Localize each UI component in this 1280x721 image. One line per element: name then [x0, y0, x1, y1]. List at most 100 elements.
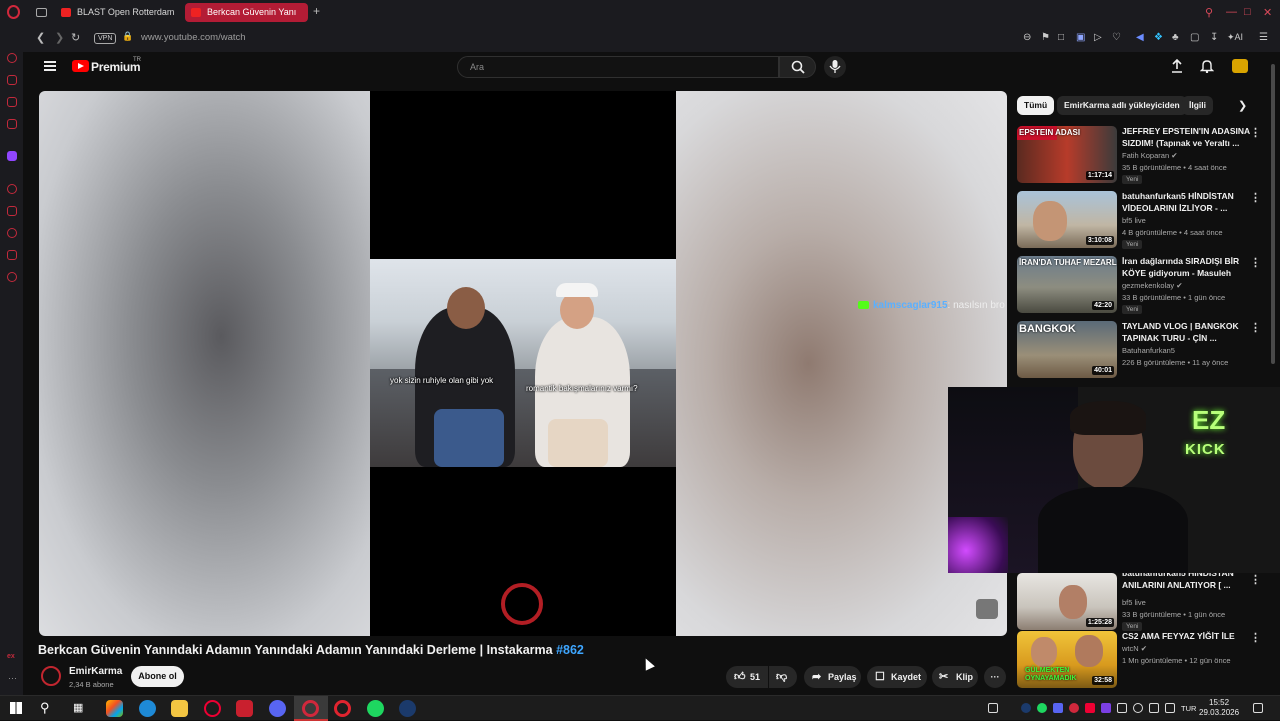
whatsapp-icon[interactable]: [7, 119, 17, 129]
search-button[interactable]: [779, 56, 816, 78]
video-thumbnail[interactable]: İRAN'DA TUHAF MEZARLIK 42:20: [1017, 256, 1117, 313]
keyboard-icon[interactable]: [988, 703, 998, 713]
opera-tray-icon[interactable]: [1069, 703, 1079, 713]
recommendation-item[interactable]: BANGKOK 40:01 TAYLAND VLOG | BANGKOK TAP…: [1017, 321, 1261, 379]
recommendation-title[interactable]: İran dağlarında SIRADIŞI BİR KÖYE gidiyo…: [1122, 256, 1252, 279]
menu-icon[interactable]: ☰: [1259, 32, 1268, 43]
voice-search-button[interactable]: [824, 56, 846, 78]
dislike-button[interactable]: 👎︎: [769, 666, 797, 688]
pin-icon[interactable]: ⚑: [1041, 32, 1050, 43]
new-tab-button[interactable]: +: [313, 4, 320, 18]
recommendation-channel[interactable]: wtcN ✔: [1122, 644, 1147, 653]
page-scrollbar[interactable]: [1269, 52, 1277, 692]
video-thumbnail[interactable]: 3:10:08: [1017, 191, 1117, 248]
vpn-badge[interactable]: VPN: [94, 33, 117, 44]
spotify-tray-icon[interactable]: [1037, 703, 1047, 713]
obs-icon[interactable]: [204, 700, 221, 717]
recommendation-title[interactable]: JEFFREY EPSTEIN'IN ADASINA SIZDIM! (Tapı…: [1122, 126, 1252, 149]
like-button[interactable]: 👍︎ 51: [726, 666, 768, 688]
more-vert-icon[interactable]: ⋮: [1250, 573, 1261, 586]
puzzle-icon[interactable]: ♣: [1172, 32, 1179, 43]
mic-tray-icon[interactable]: [1133, 703, 1143, 713]
steam-tray-icon[interactable]: [1021, 703, 1031, 713]
video-hashtag-link[interactable]: #862: [556, 643, 584, 657]
clip-button[interactable]: ✂ Klip: [932, 666, 978, 688]
back-icon[interactable]: ❮: [36, 31, 45, 44]
display-tray-icon[interactable]: [1117, 703, 1127, 713]
zoom-icon[interactable]: ⊖: [1023, 32, 1031, 43]
opera-gx-icon[interactable]: [302, 700, 319, 717]
aria-icon[interactable]: [7, 53, 17, 63]
recommendation-channel[interactable]: bf5 live: [1122, 216, 1146, 225]
upload-icon[interactable]: [1170, 59, 1184, 73]
messenger-icon[interactable]: [7, 97, 17, 107]
ai-button[interactable]: ✦AI: [1227, 32, 1243, 43]
video-thumbnail[interactable]: 1:25:28: [1017, 573, 1117, 630]
maximize-icon[interactable]: □: [1244, 6, 1251, 18]
notifications-icon[interactable]: [1200, 59, 1214, 73]
settings-icon[interactable]: [7, 272, 17, 282]
heart-icon[interactable]: ♡: [1112, 32, 1121, 43]
search-icon[interactable]: ⚲: [40, 700, 50, 716]
shield-icon[interactable]: ▣: [1076, 32, 1085, 43]
more-vert-icon[interactable]: ⋮: [1250, 126, 1261, 139]
recommendation-item[interactable]: GÜLMEKTEN OYNAYAMADIK 32:58 CS2 AMA FEYY…: [1017, 631, 1261, 689]
search-input[interactable]: Ara: [457, 56, 779, 78]
download-icon[interactable]: ↧: [1210, 32, 1218, 43]
save-button[interactable]: ☐ Kaydet: [867, 666, 927, 688]
forward-icon[interactable]: ❯: [55, 31, 64, 44]
guide-menu-icon[interactable]: [44, 61, 56, 71]
recommendation-channel[interactable]: bf5 live: [1122, 598, 1146, 607]
share-button[interactable]: ➦ Paylaş: [804, 666, 861, 688]
video-thumbnail[interactable]: GÜLMEKTEN OYNAYAMADIK 32:58: [1017, 631, 1117, 688]
recommendation-item[interactable]: EPSTEIN ADASI 1:17:14 JEFFREY EPSTEIN'IN…: [1017, 126, 1261, 184]
app-tray-icon[interactable]: [1101, 703, 1111, 713]
more-vert-icon[interactable]: ⋮: [1250, 256, 1261, 269]
recommendation-title[interactable]: batuhanfurkan5 HİNDİSTAN VİDEOLARINI İZL…: [1122, 191, 1252, 214]
video-player[interactable]: yok sizin ruhiyle olan gibi yok romantik…: [39, 91, 1007, 636]
minimize-icon[interactable]: —: [1226, 6, 1237, 18]
language-indicator[interactable]: TUR: [1181, 704, 1196, 713]
discord-icon[interactable]: [269, 700, 286, 717]
more-vert-icon[interactable]: ⋮: [1250, 191, 1261, 204]
notification-center-icon[interactable]: [1253, 703, 1263, 713]
recommendation-channel[interactable]: Batuhanfurkan5: [1122, 346, 1175, 355]
recommendation-title[interactable]: TAYLAND VLOG | BANGKOK TAPINAK TURU - Çİ…: [1122, 321, 1252, 344]
more-actions-button[interactable]: ···: [984, 666, 1006, 688]
spotify-icon[interactable]: [367, 700, 384, 717]
recommendation-item[interactable]: 1:25:28 batuhanfurkan5 HİNDİSTAN ANILARI…: [1017, 568, 1261, 631]
more-vert-icon[interactable]: ⋮: [1250, 321, 1261, 334]
clock[interactable]: 15:52 29.03.2026: [1199, 698, 1239, 718]
player-icon[interactable]: [7, 184, 17, 194]
play-icon[interactable]: ▷: [1094, 32, 1102, 43]
history-icon[interactable]: [7, 228, 17, 238]
start-icon[interactable]: [10, 702, 22, 714]
more-icon[interactable]: ···: [8, 673, 17, 683]
reload-icon[interactable]: ↻: [71, 31, 80, 44]
recommendation-channel[interactable]: Fatih Koparan ✔: [1122, 151, 1178, 160]
recommendation-item[interactable]: İRAN'DA TUHAF MEZARLIK 42:20 İran dağlar…: [1017, 256, 1261, 314]
bookmark-icon[interactable]: [7, 206, 17, 216]
recommendation-title[interactable]: CS2 AMA FEYYAZ YİĞİT İLE: [1122, 631, 1252, 643]
discord-tray-icon[interactable]: [1053, 703, 1063, 713]
workspaces-icon[interactable]: [36, 8, 47, 17]
subscribe-button[interactable]: Abone ol: [131, 666, 184, 687]
network-icon[interactable]: [1149, 703, 1159, 713]
video-thumbnail[interactable]: EPSTEIN ADASI 1:17:14: [1017, 126, 1117, 183]
more-vert-icon[interactable]: ⋮: [1250, 631, 1261, 644]
chevron-right-icon[interactable]: ❯: [1238, 99, 1247, 112]
lock-icon[interactable]: 🔒: [122, 31, 133, 42]
task-view-icon[interactable]: ▦: [73, 701, 83, 714]
extension-icon[interactable]: ❖: [1154, 32, 1163, 43]
branding-icon[interactable]: [976, 599, 998, 619]
wallet-icon[interactable]: ▢: [1190, 32, 1199, 43]
avatar[interactable]: [1232, 59, 1248, 73]
record-tray-icon[interactable]: [1085, 703, 1095, 713]
youtube-logo-icon[interactable]: [72, 60, 89, 72]
snapshot-icon[interactable]: □: [1058, 32, 1064, 43]
chip-from-uploader[interactable]: EmirKarma adlı yükleyiciden: [1057, 96, 1187, 115]
edge-icon[interactable]: [139, 700, 156, 717]
translate-icon[interactable]: ◀: [1136, 32, 1144, 43]
opera-icon[interactable]: [334, 700, 351, 717]
opera-logo-icon[interactable]: [7, 5, 20, 19]
